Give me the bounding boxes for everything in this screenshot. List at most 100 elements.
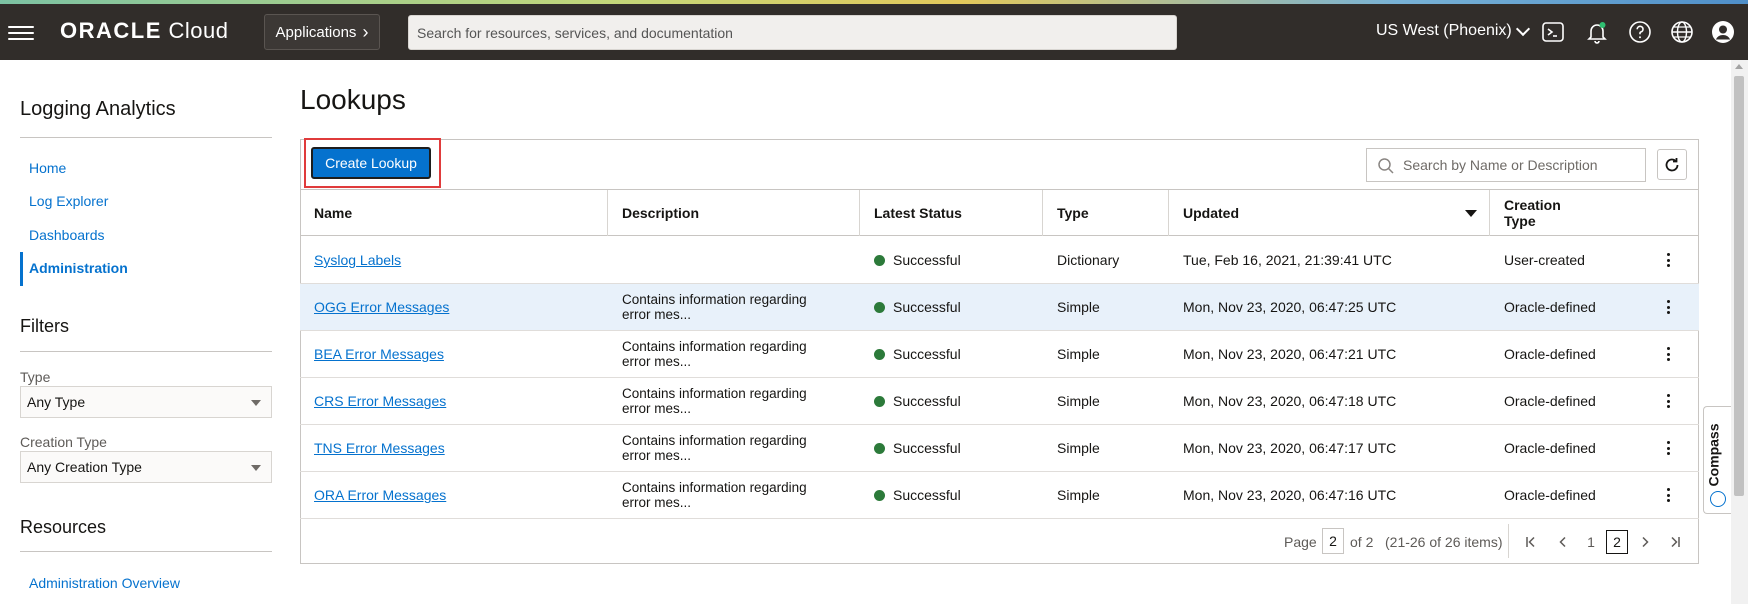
search-icon xyxy=(1377,157,1395,178)
table-row: Syslog Labels Successful Dictionary Tue,… xyxy=(300,237,1699,284)
cloud-shell-icon[interactable] xyxy=(1540,19,1566,45)
creation-type-cell: User-created xyxy=(1504,252,1585,268)
sidebar-item-administration[interactable]: Administration xyxy=(29,260,128,276)
global-search-input[interactable]: Search for resources, services, and docu… xyxy=(408,15,1177,50)
sidebar-item-dashboards[interactable]: Dashboards xyxy=(29,227,105,243)
divider xyxy=(20,551,272,552)
lookup-name-link[interactable]: CRS Error Messages xyxy=(300,378,446,424)
row-actions-kebab-icon[interactable] xyxy=(1658,344,1678,364)
scroll-thumb[interactable] xyxy=(1734,76,1744,496)
column-header-name[interactable]: Name xyxy=(300,190,608,236)
row-actions-kebab-icon[interactable] xyxy=(1658,391,1678,411)
create-lookup-button[interactable]: Create Lookup xyxy=(311,147,431,179)
sort-descending-icon[interactable] xyxy=(1465,210,1477,217)
column-header-type[interactable]: Type xyxy=(1043,190,1169,236)
row-actions-kebab-icon[interactable] xyxy=(1658,438,1678,458)
next-page-icon[interactable] xyxy=(1634,530,1656,554)
active-nav-indicator xyxy=(20,252,23,286)
creation-type-cell: Oracle-defined xyxy=(1504,346,1596,362)
user-profile-icon[interactable] xyxy=(1710,19,1736,45)
pagination: Page 2 of 2 (21-26 of 26 items) 1 2 xyxy=(300,518,1699,564)
type-cell: Simple xyxy=(1057,346,1100,362)
type-cell: Dictionary xyxy=(1057,252,1120,268)
lookup-name-link[interactable]: Syslog Labels xyxy=(300,237,401,283)
top-header: ORACLE Cloud Applications › Search for r… xyxy=(0,4,1748,60)
table-row: TNS Error Messages Contains information … xyxy=(300,425,1699,472)
applications-button[interactable]: Applications › xyxy=(264,14,380,50)
chevron-down-icon xyxy=(1515,21,1530,36)
chevron-right-icon: › xyxy=(362,22,369,42)
table-search-input[interactable]: Search by Name or Description xyxy=(1366,148,1646,182)
type-cell: Simple xyxy=(1057,393,1100,409)
sidebar-item-home[interactable]: Home xyxy=(29,160,66,176)
lookup-name-link[interactable]: ORA Error Messages xyxy=(300,472,446,518)
updated-cell: Mon, Nov 23, 2020, 06:47:18 UTC xyxy=(1183,393,1397,409)
divider xyxy=(20,351,272,352)
status-cell: Successful xyxy=(860,284,961,330)
description-cell: Contains information regarding error mes.… xyxy=(622,339,807,369)
column-header-creation-type[interactable]: Creation Type xyxy=(1490,190,1699,236)
creation-type-filter-select[interactable]: Any Creation Type xyxy=(20,451,272,483)
success-status-dot xyxy=(874,254,885,266)
row-actions-kebab-icon[interactable] xyxy=(1658,485,1678,505)
refresh-button[interactable] xyxy=(1657,149,1687,180)
type-cell: Simple xyxy=(1057,440,1100,456)
vertical-scrollbar[interactable] xyxy=(1731,60,1748,604)
administration-overview-link[interactable]: Administration Overview xyxy=(29,575,180,591)
table-row: BEA Error Messages Contains information … xyxy=(300,331,1699,378)
success-status-dot xyxy=(874,348,885,360)
divider xyxy=(20,137,272,138)
bell-icon[interactable] xyxy=(1584,19,1610,45)
status-cell: Successful xyxy=(860,472,961,518)
previous-page-icon[interactable] xyxy=(1552,530,1574,554)
description-cell: Contains information regarding error mes.… xyxy=(622,433,807,463)
compass-tab[interactable]: Compass xyxy=(1703,406,1731,514)
creation-type-filter-label: Creation Type xyxy=(20,434,107,450)
scroll-up-arrow-icon[interactable] xyxy=(1735,64,1743,69)
region-selector[interactable]: US West (Phoenix) xyxy=(1376,21,1530,40)
column-header-description[interactable]: Description xyxy=(608,190,860,236)
description-cell: Contains information regarding error mes.… xyxy=(622,386,807,416)
compass-icon xyxy=(1710,491,1726,507)
page-number-input[interactable]: 2 xyxy=(1322,528,1344,554)
status-cell: Successful xyxy=(860,331,961,377)
table-row: ORA Error Messages Contains information … xyxy=(300,472,1699,519)
sidebar-title: Logging Analytics xyxy=(20,98,176,120)
type-filter-select[interactable]: Any Type xyxy=(20,386,272,418)
globe-icon[interactable] xyxy=(1669,19,1695,45)
status-cell: Successful xyxy=(860,425,961,471)
type-cell: Simple xyxy=(1057,299,1100,315)
updated-cell: Tue, Feb 16, 2021, 21:39:41 UTC xyxy=(1183,252,1392,268)
lookup-name-link[interactable]: BEA Error Messages xyxy=(300,331,444,377)
success-status-dot xyxy=(874,442,885,454)
description-cell: Contains information regarding error mes.… xyxy=(622,292,807,322)
last-page-icon[interactable] xyxy=(1664,530,1686,554)
page-1-button[interactable]: 1 xyxy=(1580,530,1602,554)
lookup-name-link[interactable]: OGG Error Messages xyxy=(300,284,449,330)
updated-cell: Mon, Nov 23, 2020, 06:47:16 UTC xyxy=(1183,487,1397,503)
success-status-dot xyxy=(874,301,885,313)
row-actions-kebab-icon[interactable] xyxy=(1658,297,1678,317)
updated-cell: Mon, Nov 23, 2020, 06:47:21 UTC xyxy=(1183,346,1397,362)
status-cell: Successful xyxy=(860,378,961,424)
creation-type-cell: Oracle-defined xyxy=(1504,487,1596,503)
hamburger-menu-icon[interactable] xyxy=(8,22,34,42)
success-status-dot xyxy=(874,489,885,501)
page-label: Page xyxy=(1284,534,1317,550)
type-filter-label: Type xyxy=(20,369,51,385)
lookup-name-link[interactable]: TNS Error Messages xyxy=(300,425,445,471)
caret-down-icon xyxy=(251,465,261,471)
sidebar-item-log-explorer[interactable]: Log Explorer xyxy=(29,193,108,209)
row-actions-kebab-icon[interactable] xyxy=(1658,250,1678,270)
filters-title: Filters xyxy=(20,316,69,336)
page-2-button[interactable]: 2 xyxy=(1606,530,1628,554)
updated-cell: Mon, Nov 23, 2020, 06:47:25 UTC xyxy=(1183,299,1397,315)
column-header-latest-status[interactable]: Latest Status xyxy=(860,190,1043,236)
help-icon[interactable] xyxy=(1627,19,1653,45)
success-status-dot xyxy=(874,395,885,407)
oracle-cloud-logo[interactable]: ORACLE Cloud xyxy=(60,18,229,44)
type-cell: Simple xyxy=(1057,487,1100,503)
creation-type-cell: Oracle-defined xyxy=(1504,393,1596,409)
first-page-icon[interactable] xyxy=(1520,530,1542,554)
column-header-updated[interactable]: Updated xyxy=(1169,190,1490,236)
